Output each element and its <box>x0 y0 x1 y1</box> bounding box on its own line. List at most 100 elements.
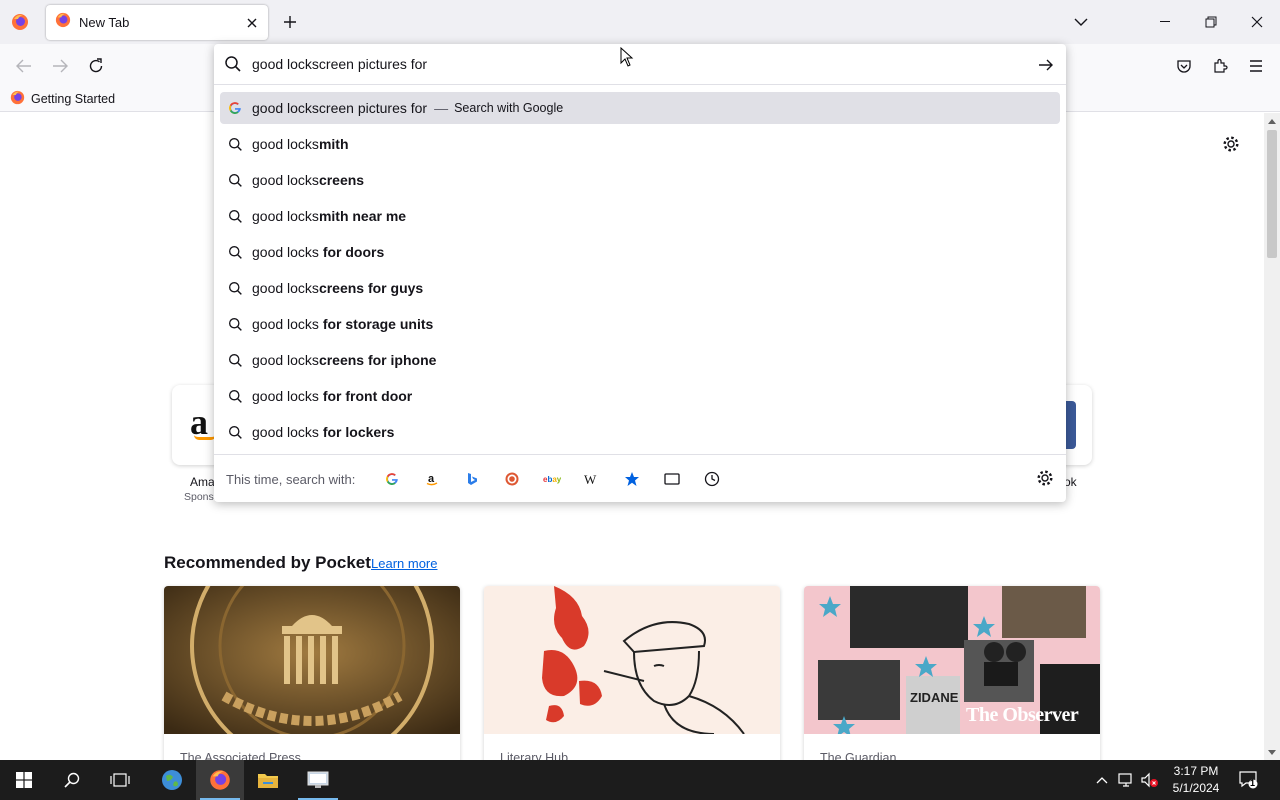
suggestion-completion: for lockers <box>322 424 395 440</box>
remote-desktop-icon[interactable] <box>294 760 342 800</box>
suggestion-typed-part: good locks <box>252 136 319 152</box>
amazon-smile-icon <box>194 435 216 440</box>
duckduckgo-icon[interactable] <box>500 468 524 490</box>
suggestion-row[interactable]: good locks for lockers <box>220 416 1060 448</box>
tab-new-tab[interactable]: New Tab <box>46 5 268 40</box>
suggestion-completion: creens for guys <box>318 280 424 296</box>
google-icon[interactable] <box>380 468 404 490</box>
suggestion-text: good locksmith <box>252 136 349 152</box>
extensions-icon[interactable] <box>1206 52 1234 80</box>
bookmark-getting-started[interactable]: Getting Started <box>10 90 115 108</box>
scroll-thumb[interactable] <box>1267 130 1277 258</box>
notification-count: 1 <box>1250 778 1256 788</box>
taskbar-search-icon[interactable] <box>48 760 96 800</box>
observer-collage-image: ZIDANE The Observer <box>804 586 1100 734</box>
pocket-card[interactable]: Literary Hub <box>484 586 780 760</box>
suggestion-text: good locks for lockers <box>252 424 394 440</box>
suggestion-row[interactable]: good locks for doors <box>220 236 1060 268</box>
search-icon <box>227 208 243 224</box>
notifications-icon[interactable]: 1 <box>1238 769 1258 789</box>
suggestion-typed-part: good locks <box>252 424 323 440</box>
pocket-icon[interactable] <box>1170 52 1198 80</box>
one-off-label: This time, search with: <box>226 472 356 487</box>
suggestion-typed-part: good lockscreen pictures for <box>252 100 428 116</box>
search-icon <box>227 136 243 152</box>
suggestion-row[interactable]: good lockscreens for guys <box>220 272 1060 304</box>
suggestion-completion: for front door <box>322 388 413 404</box>
shortcut-sponsored-label: Spons <box>184 491 214 503</box>
svg-text:W: W <box>584 473 597 485</box>
chevron-up-icon[interactable] <box>1092 770 1112 790</box>
windows-taskbar: 3:17 PM 5/1/2024 1 <box>0 760 1280 800</box>
search-settings-gear-icon[interactable] <box>1036 469 1056 489</box>
globe-app-icon[interactable] <box>148 760 196 800</box>
reload-icon[interactable] <box>82 52 110 80</box>
history-clock-icon[interactable] <box>700 468 724 490</box>
task-view-icon[interactable] <box>96 760 144 800</box>
go-arrow-icon[interactable] <box>1034 54 1058 76</box>
scroll-down-arrow-icon[interactable] <box>1264 744 1280 760</box>
taskbar-clock[interactable]: 3:17 PM 5/1/2024 <box>1164 763 1228 797</box>
window-close-icon[interactable] <box>1234 0 1280 44</box>
close-icon[interactable] <box>240 11 264 35</box>
vertical-scrollbar[interactable] <box>1264 113 1280 760</box>
learn-more-link[interactable]: Learn more <box>371 556 437 571</box>
search-icon <box>227 424 243 440</box>
suggestion-typed-part: good locks <box>252 244 323 260</box>
one-off-search-bar: This time, search with: a ebay W <box>214 454 1066 502</box>
new-tab-plus-icon[interactable] <box>278 10 302 34</box>
suggestion-separator: — <box>434 100 449 116</box>
volume-muted-icon[interactable] <box>1140 770 1160 790</box>
suggestion-row[interactable]: good locksmith <box>220 128 1060 160</box>
windows-start-icon[interactable] <box>0 760 48 800</box>
network-icon[interactable] <box>1116 770 1136 790</box>
card-source: The Associated Press <box>180 751 301 760</box>
bookmarks-star-icon[interactable] <box>620 468 644 490</box>
suggestion-text: good locks for storage units <box>252 316 433 332</box>
observer-logo-text: The Observer <box>966 704 1079 726</box>
suggestion-typed-part: good locks <box>252 316 323 332</box>
wikipedia-icon[interactable]: W <box>580 468 604 490</box>
back-arrow-icon[interactable] <box>10 52 38 80</box>
firefox-view-icon[interactable] <box>8 10 32 34</box>
suggestion-row[interactable]: good lockscreens for iphone <box>220 344 1060 376</box>
amazon-icon[interactable]: a <box>420 468 444 490</box>
suggestion-row[interactable]: good lockscreens <box>220 164 1060 196</box>
suggestion-completion: for storage units <box>322 316 434 332</box>
scroll-up-arrow-icon[interactable] <box>1264 113 1280 129</box>
pocket-card[interactable]: ZIDANE The Observer The Guardian <box>804 586 1100 760</box>
ebay-icon[interactable]: ebay <box>540 468 564 490</box>
urlbar-input[interactable] <box>252 53 1022 75</box>
pocket-card[interactable]: The Associated Press <box>164 586 460 760</box>
taskbar-firefox-icon[interactable] <box>196 760 244 800</box>
suggestion-row[interactable]: good locks for front door <box>220 380 1060 412</box>
jersey-text: ZIDANE <box>910 690 959 705</box>
svg-text:ebay: ebay <box>543 475 561 484</box>
gear-icon[interactable] <box>1222 135 1242 155</box>
clock-time: 3:17 PM <box>1173 764 1219 778</box>
search-icon <box>227 388 243 404</box>
file-explorer-icon[interactable] <box>244 760 292 800</box>
chevron-down-icon[interactable] <box>1068 10 1094 34</box>
urlbar <box>214 44 1066 85</box>
suggestion-completion: mith <box>318 136 349 152</box>
restore-icon[interactable] <box>1188 0 1234 44</box>
tabs-icon[interactable] <box>660 468 684 490</box>
suggestion-completion: creens for iphone <box>318 352 437 368</box>
suggestion-completion: for doors <box>322 244 385 260</box>
minimize-icon[interactable] <box>1142 0 1188 44</box>
suggestion-text: good lockscreens for guys <box>252 280 423 296</box>
suggestion-row[interactable]: good lockscreen pictures for — Search with… <box>220 92 1060 124</box>
suggestion-row[interactable]: good locksmith near me <box>220 200 1060 232</box>
search-icon <box>227 280 243 296</box>
forward-arrow-icon[interactable] <box>46 52 74 80</box>
search-icon <box>227 352 243 368</box>
suggestion-typed-part: good locks <box>252 208 319 224</box>
suggestion-row[interactable]: good locks for storage units <box>220 308 1060 340</box>
suggestion-typed-part: good locks <box>252 352 319 368</box>
bing-icon[interactable] <box>460 468 484 490</box>
firefox-logo-icon <box>10 90 25 108</box>
shortcut-label-amazon: Ama <box>190 475 215 489</box>
google-icon <box>227 100 243 116</box>
hamburger-menu-icon[interactable] <box>1242 52 1270 80</box>
